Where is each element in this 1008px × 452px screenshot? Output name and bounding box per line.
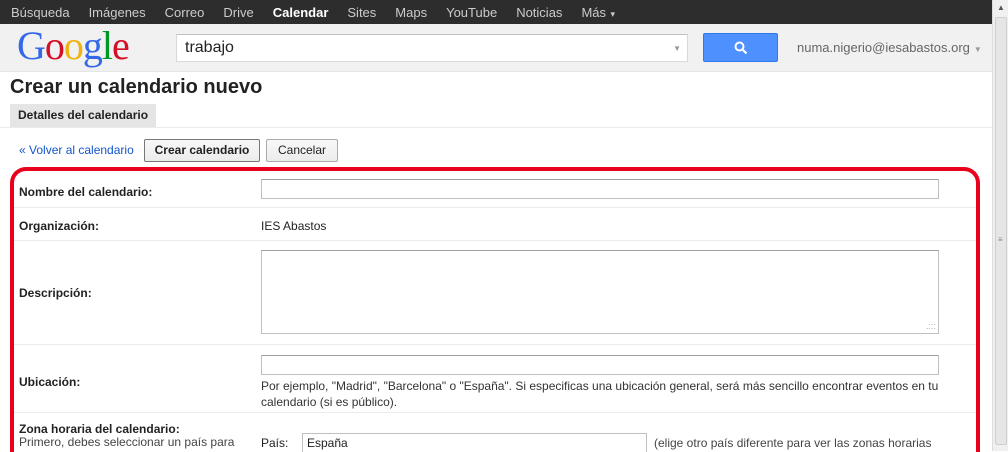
organization-label: Organización: [19,219,100,233]
calendar-name-input[interactable] [261,179,939,199]
form-row-description: Descripción: .::: [14,241,976,345]
back-to-calendar-link[interactable]: « Volver al calendario [19,143,134,157]
timezone-label: Zona horaria del calendario: [19,422,180,436]
account-email: numa.nigerio@iesabastos.org [797,40,970,55]
search-input[interactable] [177,35,657,61]
organization-value: IES Abastos [261,219,327,233]
page-title: Crear un calendario nuevo [10,76,263,98]
nav-more-menu[interactable]: Más ▾ [581,5,615,20]
nav-correo[interactable]: Correo [165,5,205,20]
calendar-name-label: Nombre del calendario: [19,185,153,199]
chevron-down-icon: ▾ [608,8,616,19]
form-row-timezone: Zona horaria del calendario: Primero, de… [14,413,976,452]
scroll-grip-icon: ≡ [998,235,1003,244]
timezone-country-hint: (elige otro país diferente para ver las … [654,436,932,450]
nav-sites[interactable]: Sites [347,5,376,20]
account-menu[interactable]: numa.nigerio@iesabastos.org ▼ [797,40,982,55]
tab-divider [0,127,992,128]
location-label: Ubicación: [19,375,81,389]
scroll-thumb[interactable]: ≡ [995,17,1007,445]
form-row-location: Ubicación: Por ejemplo, "Madrid", "Barce… [14,345,976,413]
scroll-up-arrow-icon[interactable]: ▲ [993,0,1008,16]
cancel-button[interactable]: Cancelar [266,139,338,162]
nav-busqueda[interactable]: Búsqueda [11,5,70,20]
timezone-subtext: Primero, debes seleccionar un país para [19,435,235,449]
form-row-organization: Organización: IES Abastos [14,208,976,241]
nav-youtube[interactable]: YouTube [446,5,497,20]
chevron-down-icon: ▼ [973,45,982,54]
search-button[interactable] [703,33,778,62]
description-label: Descripción: [19,286,92,300]
nav-drive[interactable]: Drive [223,5,253,20]
nav-noticias[interactable]: Noticias [516,5,562,20]
location-hint: Por ejemplo, "Madrid", "Barcelona" o "Es… [261,379,939,409]
nav-calendar[interactable]: Calendar [273,5,329,20]
nav-more-label: Más [581,4,606,20]
nav-imagenes[interactable]: Imágenes [89,5,146,20]
search-box: ▼ [176,34,688,62]
country-select-label: País: [261,436,289,450]
create-calendar-button[interactable]: Crear calendario [144,139,260,162]
nav-links: Búsqueda Imágenes Correo Drive Calendar … [0,0,992,24]
resize-grip-icon[interactable]: .::: [926,322,936,331]
top-nav-bar: Búsqueda Imágenes Correo Drive Calendar … [0,0,992,24]
google-logo[interactable]: Google [17,24,130,68]
calendar-details-form: Nombre del calendario: Organización: IES… [10,167,980,452]
header: Google ▼ numa.nigerio@iesabastos.org▼ [0,24,992,72]
form-row-name: Nombre del calendario: [14,171,976,208]
search-icon [734,41,748,55]
country-select[interactable]: España [302,433,647,452]
nav-maps[interactable]: Maps [395,5,427,20]
description-textarea[interactable]: .::: [261,250,939,334]
tab-calendar-details[interactable]: Detalles del calendario [10,104,157,127]
page-scrollbar[interactable]: ▲ ≡ [992,0,1008,451]
location-input[interactable] [261,355,939,375]
search-dropdown-icon[interactable]: ▼ [673,44,681,53]
